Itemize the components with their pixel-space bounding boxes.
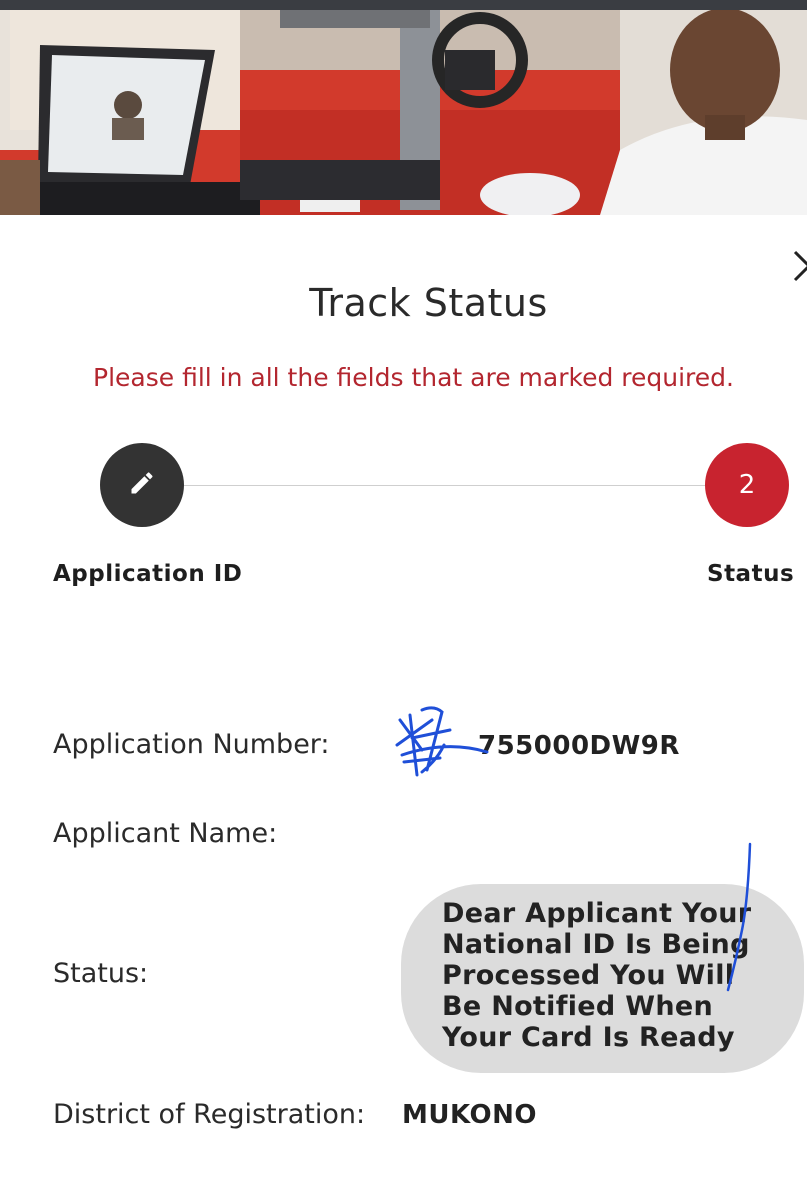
close-icon[interactable] — [791, 248, 807, 284]
step-status-label: Status — [707, 561, 795, 587]
step-application-id-label: Application ID — [53, 561, 243, 587]
step-status-number: 2 — [738, 470, 756, 500]
redaction-scribble — [395, 706, 489, 777]
pencil-icon — [128, 469, 156, 501]
required-fields-warning: Please fill in all the fields that are m… — [93, 363, 734, 392]
application-number-value: 755000DW9R — [478, 731, 680, 761]
stepper-connector — [184, 485, 706, 486]
page-title: Track Status — [309, 281, 548, 325]
status-message: Dear Applicant Your National ID Is Being… — [442, 898, 752, 1053]
browser-top-bar — [0, 0, 807, 10]
hero-banner-image — [0, 10, 807, 215]
status-label: Status: — [53, 958, 149, 989]
district-label: District of Registration: — [53, 1099, 366, 1130]
step-status[interactable]: 2 — [705, 443, 789, 527]
district-value: MUKONO — [402, 1100, 537, 1130]
application-number-label: Application Number: — [53, 729, 330, 760]
step-application-id[interactable] — [100, 443, 184, 527]
applicant-name-label: Applicant Name: — [53, 818, 278, 849]
